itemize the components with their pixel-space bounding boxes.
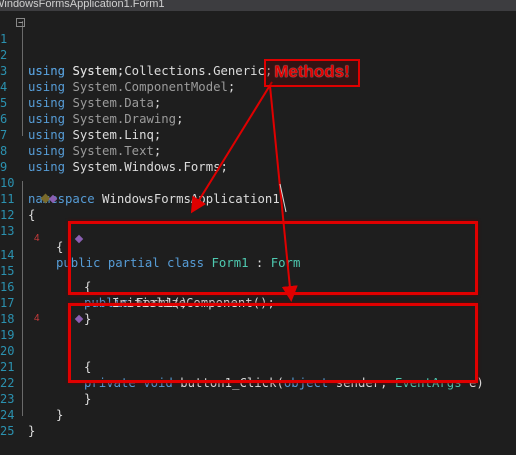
annotation-arrows <box>190 81 298 302</box>
arrow-to-method <box>269 85 298 302</box>
arrow-to-class <box>190 81 273 214</box>
methods-callout: Methods! <box>264 59 360 87</box>
